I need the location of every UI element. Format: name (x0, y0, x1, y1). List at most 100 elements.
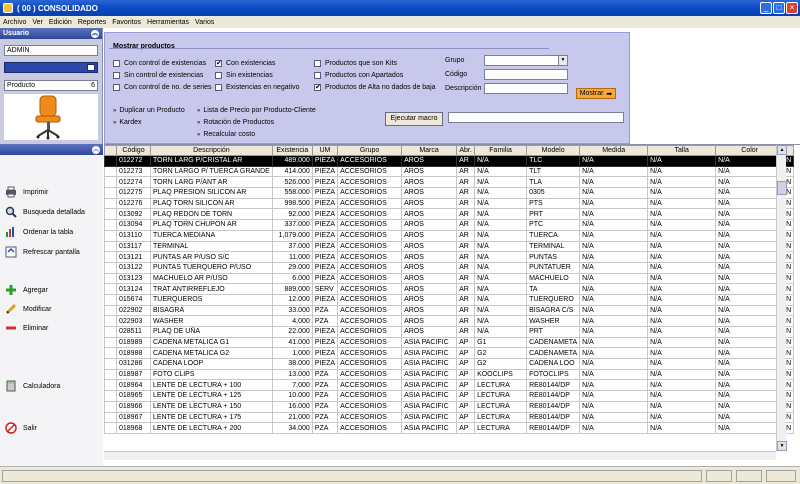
table-cell[interactable]: TRAT ANTIRREFLEJO (150, 283, 273, 295)
table-cell[interactable]: ASIA PACIFIC (401, 390, 458, 402)
table-row[interactable]: 022902 BISAGRA 33.000 PZA ACCESORIOS AROS AR N/… (104, 304, 795, 317)
print-button[interactable]: Imprimir (5, 185, 48, 199)
table-cell[interactable]: PRT (526, 208, 581, 221)
row-indicator[interactable] (104, 165, 117, 178)
table-cell[interactable]: AR (456, 187, 476, 199)
recalculate-cost-link[interactable]: » Recalcular costo (197, 131, 255, 138)
table-row[interactable]: 012273 TORN LARGO P/ TUERCA GRANDE 414.000… (104, 165, 795, 178)
table-cell[interactable]: 013110 (116, 229, 151, 242)
table-cell[interactable]: N/A (715, 261, 785, 274)
descripcion-input[interactable] (484, 83, 568, 94)
table-cell[interactable]: 1.000 (271, 347, 313, 360)
table-cell[interactable]: ACCESORIOS (337, 240, 403, 253)
table-cell[interactable]: ACCESORIOS (337, 272, 403, 285)
table-row[interactable]: 013117 TERMINAL 37.000 PIEZA ACCESORIOS AROS A… (104, 240, 795, 253)
table-cell[interactable]: ASIA PACIFIC (401, 358, 458, 370)
table-cell[interactable]: AROS (401, 326, 458, 338)
table-cell[interactable]: N/A (474, 315, 528, 327)
table-cell[interactable]: N/A (715, 336, 785, 349)
table-row[interactable]: 018966 LENTE DE LECTURA + 150 16.000 PZA ACC… (104, 400, 795, 413)
table-cell[interactable]: 012272 (116, 155, 151, 167)
table-cell[interactable]: N/A (647, 304, 717, 317)
table-row[interactable]: 012272 TORN LARG P/CRISTAL AR 489.000 PIEZA… (104, 155, 795, 167)
column-header[interactable]: Existencia (271, 145, 313, 156)
table-cell[interactable]: 012273 (116, 165, 151, 178)
table-cell[interactable]: ACCESORIOS (337, 219, 403, 231)
table-cell[interactable]: N/A (715, 368, 785, 381)
table-cell[interactable]: N/A (474, 187, 528, 199)
row-indicator[interactable] (104, 187, 117, 199)
table-cell[interactable]: AROS (401, 261, 458, 274)
table-cell[interactable]: PLAQ PRESION SILICON AR (150, 187, 273, 199)
table-cell[interactable]: ACCESORIOS (337, 368, 403, 381)
table-cell[interactable]: BISAGRA (150, 304, 273, 317)
table-cell[interactable]: 998.500 (271, 197, 313, 210)
table-cell[interactable]: PZA (311, 315, 339, 327)
table-cell[interactable]: 013094 (116, 219, 151, 231)
menu-edicion[interactable]: Edición (49, 19, 72, 26)
table-cell[interactable]: N/A (715, 229, 785, 242)
table-cell[interactable]: N/A (647, 368, 717, 381)
table-cell[interactable]: KOOCLIPS (474, 368, 528, 381)
table-cell[interactable]: N/A (474, 208, 528, 221)
table-cell[interactable]: ACCESORIOS (337, 422, 403, 434)
table-row[interactable]: 012274 TORN LARG P/ANT AR 526.000 PIEZA ACCE… (104, 176, 795, 189)
refresh-screen-button[interactable]: Refrescar pantalla (5, 245, 80, 259)
table-cell[interactable]: N/A (715, 251, 785, 263)
table-cell[interactable]: 558.000 (271, 187, 313, 199)
table-cell[interactable]: 11.000 (271, 251, 313, 263)
table-cell[interactable]: 10.000 (271, 390, 313, 402)
table-cell[interactable]: ACCESORIOS (337, 411, 403, 424)
table-cell[interactable]: PIEZA (311, 229, 339, 242)
table-cell[interactable]: N/A (647, 176, 717, 189)
table-row[interactable]: 018965 LENTE DE LECTURA + 125 10.000 PZA ACC… (104, 390, 795, 402)
table-cell[interactable]: AR (456, 240, 476, 253)
table-row[interactable]: 013110 TUERCA MEDIANA 1,079.000 PIEZA ACCESO… (104, 229, 795, 242)
table-cell[interactable]: PIEZA (311, 165, 339, 178)
table-cell[interactable]: AR (456, 326, 476, 338)
table-cell[interactable]: 022903 (116, 315, 151, 327)
table-cell[interactable]: ACCESORIOS (337, 293, 403, 306)
table-cell[interactable]: ACCESORIOS (337, 165, 403, 178)
horizontal-scrollbar[interactable] (104, 451, 776, 460)
table-cell[interactable]: N/A (579, 379, 649, 392)
table-row[interactable]: 012275 PLAQ PRESION SILICON AR 558.000 PIEZ… (104, 187, 795, 199)
table-cell[interactable]: TUERQUEROS (150, 293, 273, 306)
row-indicator[interactable] (104, 304, 117, 317)
checkbox-checked[interactable] (215, 59, 222, 67)
table-cell[interactable]: PZA (311, 390, 339, 402)
mostrar-button[interactable]: Mostrar ➡ (576, 88, 616, 99)
row-indicator[interactable] (104, 336, 117, 349)
table-cell[interactable]: PLAQ TORN CHUPON AR (150, 219, 273, 231)
table-cell[interactable]: N/A (579, 165, 649, 178)
table-cell[interactable]: TA (526, 283, 581, 295)
table-cell[interactable]: MACHUELO (526, 272, 581, 285)
table-cell[interactable]: 29.000 (271, 261, 313, 274)
table-cell[interactable]: 414.000 (271, 165, 313, 178)
table-row[interactable]: 013121 PUNTAS AR P/USO S/C 11.000 PIEZA ACCE… (104, 251, 795, 263)
table-cell[interactable]: 1,079.000 (271, 229, 313, 242)
table-cell[interactable]: AROS (401, 187, 458, 199)
table-cell[interactable]: N/A (647, 251, 717, 263)
table-cell[interactable]: N/A (579, 229, 649, 242)
table-cell[interactable]: ASIA PACIFIC (401, 347, 458, 360)
table-cell[interactable]: N/A (647, 315, 717, 327)
check-existencias-negativo[interactable]: Existencias en negativo (215, 82, 300, 92)
table-cell[interactable]: TUERCA MEDIANA (150, 229, 273, 242)
table-cell[interactable]: N/A (579, 219, 649, 231)
table-cell[interactable]: PIEZA (311, 347, 339, 360)
checkbox[interactable] (113, 83, 120, 91)
table-cell[interactable]: RE80144/DP (526, 400, 581, 413)
table-cell[interactable]: N/A (579, 422, 649, 434)
checkbox[interactable] (314, 59, 321, 67)
table-cell[interactable]: TLC (526, 155, 581, 167)
table-cell[interactable]: N/A (715, 315, 785, 327)
table-cell[interactable]: AR (456, 165, 476, 178)
table-cell[interactable]: N/A (579, 336, 649, 349)
grupo-select[interactable]: ▼ (484, 55, 568, 66)
table-cell[interactable]: AP (456, 390, 476, 402)
row-indicator[interactable] (104, 358, 117, 370)
table-cell[interactable]: 028511 (116, 326, 151, 338)
table-cell[interactable]: N/A (715, 390, 785, 402)
table-cell[interactable]: ACCESORIOS (337, 155, 403, 167)
